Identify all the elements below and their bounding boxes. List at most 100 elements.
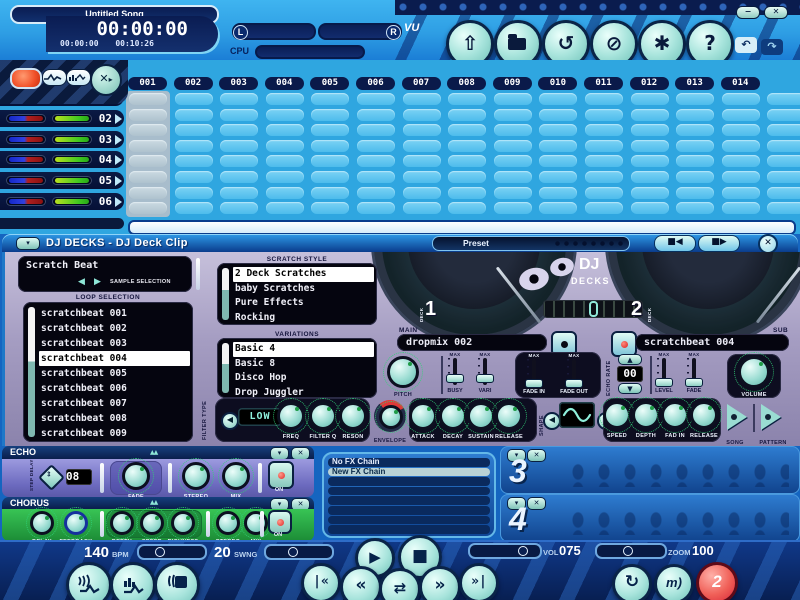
preset-next-button[interactable]: ■▶ bbox=[698, 235, 740, 252]
pattern-cell[interactable] bbox=[448, 186, 487, 199]
pattern-cell[interactable] bbox=[174, 139, 213, 152]
loop-item[interactable]: scratchbeat 005 bbox=[39, 366, 190, 381]
fx-chain-empty-row[interactable] bbox=[328, 525, 490, 534]
fx-chain-empty-row[interactable] bbox=[328, 486, 490, 496]
fx-chain-list[interactable]: No FX Chain New FX Chain bbox=[322, 452, 496, 538]
loop-item[interactable]: scratchbeat 001 bbox=[39, 306, 190, 321]
pattern-cell[interactable] bbox=[174, 186, 213, 199]
pattern-cell[interactable] bbox=[630, 155, 669, 168]
pattern-cell[interactable] bbox=[676, 139, 715, 152]
pattern-column-header-011[interactable]: 011 bbox=[584, 77, 623, 90]
fade-slider[interactable] bbox=[685, 358, 703, 387]
pattern-play-button[interactable] bbox=[761, 404, 781, 430]
pattern-cell[interactable] bbox=[129, 171, 167, 183]
pattern-cell[interactable] bbox=[129, 186, 167, 199]
pattern-cell[interactable] bbox=[585, 171, 623, 183]
pattern-cell[interactable] bbox=[265, 171, 304, 183]
close-window-button[interactable]: ✕ bbox=[764, 6, 788, 19]
pan-slider[interactable] bbox=[6, 197, 46, 206]
track-arrow-icon[interactable] bbox=[115, 155, 122, 166]
pattern-cell[interactable] bbox=[721, 155, 760, 168]
pattern-cell[interactable] bbox=[402, 171, 441, 183]
pattern-cell[interactable] bbox=[129, 93, 167, 105]
chorus-mix-knob[interactable] bbox=[240, 507, 272, 539]
pattern-column-header-005[interactable]: 005 bbox=[310, 77, 350, 90]
pattern-cell[interactable] bbox=[539, 124, 578, 137]
level-slider[interactable] bbox=[655, 358, 673, 387]
chorus-depth-knob[interactable] bbox=[106, 507, 138, 539]
pattern-cell[interactable] bbox=[493, 155, 532, 168]
pattern-column-header-008[interactable]: 008 bbox=[447, 77, 487, 90]
record-button[interactable] bbox=[10, 68, 42, 89]
echo-rate-up-button[interactable]: ▲ bbox=[618, 354, 642, 365]
pattern-column-header-007[interactable]: 007 bbox=[401, 77, 441, 90]
pattern-cell[interactable] bbox=[220, 124, 259, 137]
pattern-cell[interactable] bbox=[174, 155, 213, 168]
pattern-cell[interactable] bbox=[676, 108, 715, 121]
pattern-cell[interactable] bbox=[493, 93, 532, 105]
pattern-cell[interactable] bbox=[676, 202, 715, 215]
rewind-button[interactable]: « bbox=[340, 566, 382, 600]
app-logo-button[interactable]: 2 bbox=[696, 562, 738, 600]
pattern-cell[interactable] bbox=[585, 155, 623, 168]
freq-knob[interactable] bbox=[273, 398, 309, 434]
list-scrollbar[interactable] bbox=[222, 343, 229, 393]
undo-button[interactable]: ↶ bbox=[735, 37, 757, 53]
pattern-cell[interactable] bbox=[448, 155, 487, 168]
volume-slider[interactable] bbox=[52, 197, 92, 206]
fade-handle[interactable] bbox=[685, 378, 703, 387]
pattern-cell[interactable] bbox=[676, 171, 715, 183]
pattern-cell[interactable] bbox=[767, 108, 800, 121]
pattern-cell[interactable] bbox=[129, 155, 167, 168]
track-arrow-icon[interactable] bbox=[115, 197, 122, 207]
pattern-cell[interactable] bbox=[220, 186, 259, 199]
preset-prev-button[interactable]: ■◀ bbox=[654, 235, 696, 252]
pattern-column-header-010[interactable]: 010 bbox=[538, 77, 578, 90]
pattern-cell[interactable] bbox=[311, 155, 350, 168]
pattern-cell[interactable] bbox=[585, 139, 623, 152]
loop-selection-list[interactable]: scratchbeat 001 scratchbeat 002 scratchbea… bbox=[23, 302, 193, 442]
pattern-cell[interactable] bbox=[129, 108, 167, 121]
swing-slider[interactable] bbox=[264, 544, 334, 560]
pattern-cell[interactable] bbox=[129, 139, 167, 152]
pan-slider[interactable] bbox=[6, 113, 46, 123]
skip-end-button[interactable]: »| bbox=[459, 563, 499, 600]
pattern-cell[interactable] bbox=[493, 171, 532, 183]
pattern-cell[interactable] bbox=[585, 124, 623, 137]
echo-stereo-knob[interactable] bbox=[178, 458, 214, 494]
reson-knob[interactable] bbox=[335, 398, 371, 434]
bars-view-button[interactable] bbox=[66, 69, 91, 86]
pattern-cell[interactable] bbox=[676, 124, 715, 137]
loop-item[interactable]: scratchbeat 007 bbox=[39, 396, 190, 411]
midi-button[interactable]: m) bbox=[654, 564, 694, 600]
pattern-cell[interactable] bbox=[402, 186, 441, 199]
pattern-cell[interactable] bbox=[357, 124, 395, 137]
mute-button[interactable]: ✕▸ bbox=[90, 64, 122, 96]
scratch-style-item[interactable]: Rocking bbox=[233, 311, 374, 326]
pattern-column-header-012[interactable]: 012 bbox=[629, 77, 669, 90]
pattern-cell[interactable] bbox=[539, 171, 578, 183]
echo-fade-knob[interactable] bbox=[118, 458, 154, 494]
pattern-cell[interactable] bbox=[539, 186, 578, 199]
pitch-knob[interactable] bbox=[383, 352, 423, 392]
pattern-cell[interactable] bbox=[767, 171, 800, 183]
fx-chain-empty-row[interactable] bbox=[328, 505, 490, 515]
busy-slider[interactable] bbox=[446, 358, 464, 385]
volume-slider-handle[interactable] bbox=[518, 546, 528, 556]
chorus-speed-knob[interactable] bbox=[136, 507, 168, 539]
panel3-close-button[interactable]: ✕ bbox=[527, 449, 546, 462]
fx-chain-empty-row[interactable] bbox=[328, 496, 490, 505]
pattern-cell[interactable] bbox=[265, 139, 304, 152]
variation-item[interactable]: Basic 8 bbox=[233, 357, 374, 372]
pattern-cell[interactable] bbox=[220, 155, 259, 168]
pattern-cell[interactable] bbox=[721, 186, 760, 199]
variation-item[interactable]: Basic 4 bbox=[233, 342, 374, 357]
pattern-cell[interactable] bbox=[357, 93, 395, 105]
scratch-style-list[interactable]: 2 Deck Scratches baby Scratches Pure Effec… bbox=[217, 263, 377, 325]
pattern-cell[interactable] bbox=[585, 108, 623, 121]
song-play-button[interactable] bbox=[727, 404, 747, 430]
pattern-cell[interactable] bbox=[767, 186, 800, 199]
volume-slider[interactable] bbox=[52, 113, 92, 123]
chorus-on-button[interactable] bbox=[268, 510, 292, 534]
pattern-cell[interactable] bbox=[311, 171, 350, 183]
